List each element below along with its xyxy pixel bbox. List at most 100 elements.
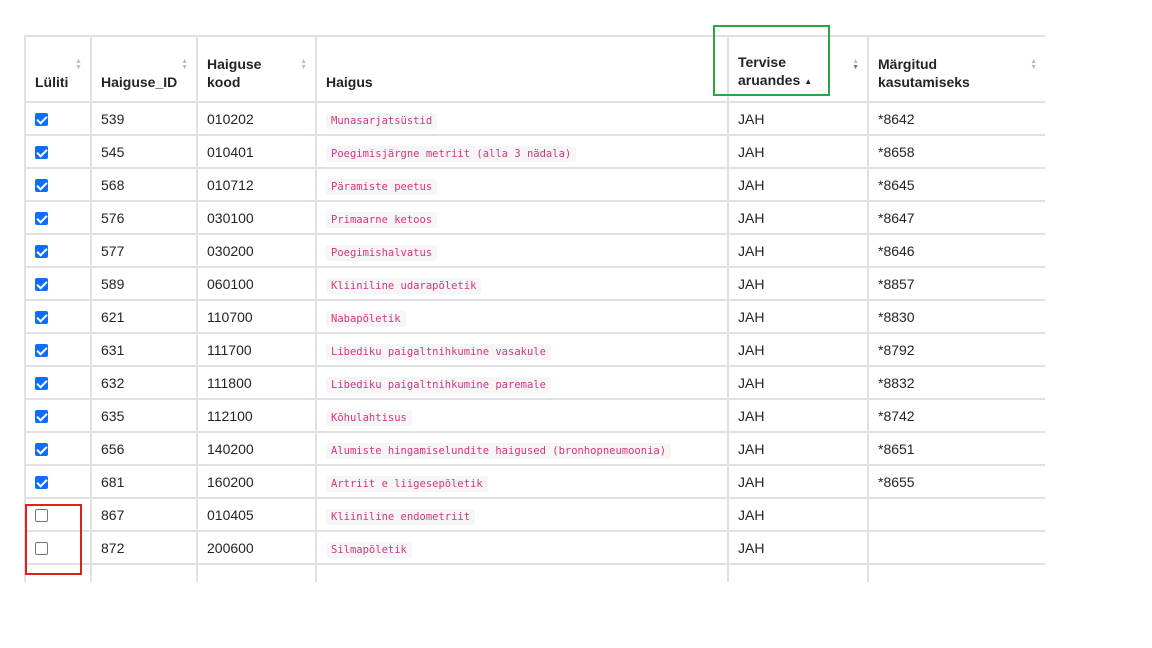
marked-cell-value: *8645 — [878, 176, 915, 193]
disease-name-value: Libediku paigaltnihkumine vasakule — [326, 343, 551, 360]
column-header-marked[interactable]: Märgitud kasutamiseks ▲ ▼ — [867, 35, 1045, 103]
table-header-row: Lüliti ▲ ▼ Haiguse_ID ▲ ▼ Haiguse kood ▲ ▼ … — [24, 35, 1045, 103]
disease-name-value: Nabapõletik — [326, 310, 406, 327]
marked-cell: *8646 — [867, 233, 1045, 268]
toggle-checkbox[interactable] — [35, 212, 48, 226]
disease-code-cell: 010401 — [196, 134, 317, 169]
disease-name-value: Alumiste hingamiselundite haigused (bron… — [326, 442, 672, 459]
marked-cell-value: *8647 — [878, 209, 915, 226]
report-cell: JAH — [727, 398, 869, 433]
toggle-checkbox[interactable] — [35, 377, 48, 391]
disease-name-cell: Artriit e liigesepõletik — [315, 464, 729, 499]
disease-id-cell-value: 681 — [101, 473, 125, 490]
disease-name-cell: Alumiste hingamiselundite haigused (bron… — [315, 431, 729, 466]
marked-cell: *8658 — [867, 134, 1045, 169]
toggle-cell — [24, 431, 92, 466]
disease-id-cell-value: 867 — [101, 506, 125, 523]
toggle-checkbox[interactable] — [35, 344, 48, 358]
column-header-report[interactable]: Tervise aruandes ▲ ▲ ▼ — [727, 35, 869, 103]
disease-name-value: Primaarne ketoos — [326, 211, 438, 228]
disease-code-cell-value: 160200 — [207, 473, 254, 490]
toggle-checkbox[interactable] — [35, 311, 48, 325]
disease-id-cell — [90, 563, 198, 582]
disease-id-cell: 539 — [90, 101, 198, 136]
disease-id-cell-value: 632 — [101, 374, 125, 391]
report-cell: JAH — [727, 464, 869, 499]
toggle-checkbox[interactable] — [35, 443, 48, 457]
column-header-toggle[interactable]: Lüliti ▲ ▼ — [24, 35, 92, 103]
table-row: 589 060100 Kliiniline udarapõletik JAH *8857 — [24, 266, 1045, 301]
toggle-checkbox[interactable] — [35, 278, 48, 292]
toggle-checkbox[interactable] — [35, 146, 48, 160]
disease-id-cell: 545 — [90, 134, 198, 169]
column-header-label: Tervise aruandes — [738, 54, 801, 88]
toggle-checkbox[interactable] — [35, 476, 48, 490]
disease-name-cell: Silmapõletik — [315, 530, 729, 565]
disease-id-cell-value: 568 — [101, 176, 125, 193]
toggle-checkbox[interactable] — [35, 113, 48, 127]
marked-cell: *8857 — [867, 266, 1045, 301]
toggle-checkbox[interactable] — [35, 542, 48, 556]
disease-name-value: Artriit e liigesepõletik — [326, 475, 488, 492]
disease-code-cell-value: 010405 — [207, 506, 254, 523]
disease-code-cell-value: 110700 — [207, 308, 253, 325]
toggle-cell — [24, 134, 92, 169]
disease-code-cell-value: 010401 — [207, 143, 254, 160]
column-header-label: Haigus — [326, 74, 373, 90]
column-header-code[interactable]: Haiguse kood ▲ ▼ — [196, 35, 317, 103]
disease-code-cell: 060100 — [196, 266, 317, 301]
toggle-checkbox[interactable] — [35, 410, 48, 424]
disease-name-cell: Nabapõletik — [315, 299, 729, 334]
column-header-id[interactable]: Haiguse_ID ▲ ▼ — [90, 35, 198, 103]
disease-code-cell: 160200 — [196, 464, 317, 499]
marked-cell: *8792 — [867, 332, 1045, 367]
sort-icon: ▲ ▼ — [75, 58, 82, 71]
report-cell-value: JAH — [738, 275, 765, 292]
column-header-label: Lüliti — [35, 74, 69, 90]
column-header-name[interactable]: Haigus — [315, 35, 729, 103]
disease-name-cell: Kliiniline udarapõletik — [315, 266, 729, 301]
table-body: 539 010202 Munasarjatsüstid JAH *8642 545 0104… — [24, 101, 1045, 582]
table-row: 577 030200 Poegimishalvatus JAH *8646 — [24, 233, 1045, 268]
disease-id-cell-value: 577 — [101, 242, 125, 259]
disease-name-value: Silmapõletik — [326, 541, 412, 558]
disease-code-cell: 010712 — [196, 167, 317, 202]
disease-name-value: Libediku paigaltnihkumine paremale — [326, 376, 551, 393]
marked-cell-value: *8857 — [878, 275, 915, 292]
toggle-checkbox[interactable] — [35, 179, 48, 193]
toggle-cell — [24, 563, 92, 582]
sort-icon: ▲ ▼ — [181, 58, 188, 71]
sort-icon: ▲ ▼ — [1030, 58, 1037, 71]
table-row: 621 110700 Nabapõletik JAH *8830 — [24, 299, 1045, 334]
report-cell-value: JAH — [738, 506, 765, 523]
disease-code-cell-value: 112100 — [207, 407, 253, 424]
report-cell: JAH — [727, 431, 869, 466]
disease-name-cell: Poegimisjärgne metriit (alla 3 nädala) — [315, 134, 729, 169]
marked-cell: *8642 — [867, 101, 1045, 136]
marked-cell: *8742 — [867, 398, 1045, 433]
toggle-checkbox[interactable] — [35, 245, 48, 259]
column-header-label: Haiguse kood — [207, 56, 262, 90]
report-cell-value: JAH — [738, 308, 765, 325]
report-cell-value: JAH — [738, 341, 765, 358]
table-row — [24, 563, 1045, 582]
marked-cell-value: *8655 — [878, 473, 915, 490]
toggle-cell — [24, 398, 92, 433]
table-row: 635 112100 Kõhulahtisus JAH *8742 — [24, 398, 1045, 433]
report-cell-value: JAH — [738, 473, 765, 490]
marked-cell: *8647 — [867, 200, 1045, 235]
disease-table-container: Lüliti ▲ ▼ Haiguse_ID ▲ ▼ Haiguse kood ▲ ▼ … — [24, 35, 1045, 582]
table-row: 656 140200 Alumiste hingamiselundite haigu… — [24, 431, 1045, 466]
marked-cell-value: *8830 — [878, 308, 915, 325]
disease-code-cell: 111700 — [196, 332, 317, 367]
report-cell: JAH — [727, 332, 869, 367]
toggle-checkbox[interactable] — [35, 509, 48, 523]
report-cell: JAH — [727, 167, 869, 202]
disease-id-cell: 568 — [90, 167, 198, 202]
disease-id-cell: 621 — [90, 299, 198, 334]
disease-name-cell: Primaarne ketoos — [315, 200, 729, 235]
disease-id-cell: 576 — [90, 200, 198, 235]
toggle-cell — [24, 233, 92, 268]
disease-code-cell-value: 111800 — [207, 374, 252, 391]
report-cell: JAH — [727, 497, 869, 532]
